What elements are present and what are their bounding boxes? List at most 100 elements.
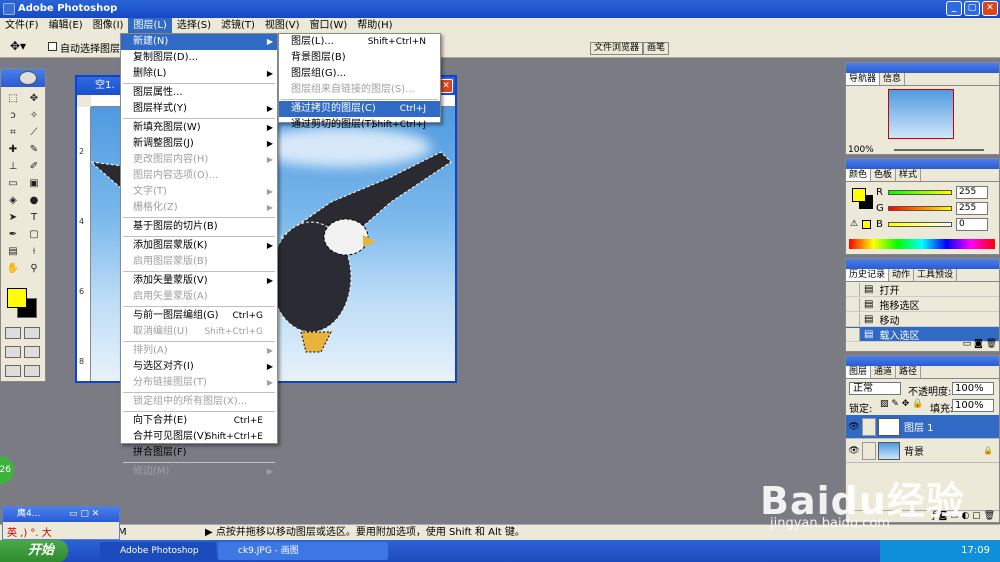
jump-icon[interactable]	[24, 365, 40, 377]
actions-tab[interactable]: 动作	[889, 269, 915, 281]
menu-item[interactable]: 新调整图层(J) ▶	[121, 136, 277, 152]
clock[interactable]: 17:09	[961, 545, 990, 556]
b-slider[interactable]	[888, 222, 952, 227]
navigator-zoom[interactable]: 100%	[848, 145, 874, 155]
screen-mode-1-icon[interactable]	[5, 346, 21, 358]
history-source-box[interactable]	[846, 327, 860, 341]
menu-item[interactable]: 通过剪切的图层(T) Shift+Ctrl+J	[279, 117, 440, 133]
layer-thumbnail[interactable]	[878, 441, 900, 460]
layer-row[interactable]: 👁 图层 1	[846, 415, 999, 439]
new-layer-icon[interactable]: ▢	[972, 511, 981, 521]
marquee-tool-icon[interactable]: ⬚	[3, 90, 23, 106]
tool-presets-tab[interactable]: 工具预设	[914, 269, 958, 281]
swatches-tab[interactable]: 色板	[871, 169, 897, 181]
info-tab[interactable]: 信息	[880, 73, 906, 85]
slice-tool-icon[interactable]: ⟋	[24, 124, 44, 140]
zoom-slider[interactable]	[894, 149, 984, 151]
lasso-tool-icon[interactable]: ↄ	[3, 107, 23, 123]
r-value[interactable]: 255	[956, 186, 988, 199]
layer-name[interactable]: 图层 1	[904, 419, 934, 434]
blur-tool-icon[interactable]: ◈	[3, 192, 23, 208]
menu-item[interactable]: 合并可见图层(V) Shift+Ctrl+E	[121, 429, 277, 445]
file-browser-tab[interactable]: 文件浏览器	[590, 42, 644, 55]
ime-toolbar[interactable]: 英 ,) °. 大	[3, 522, 119, 541]
healing-brush-icon[interactable]: ✚	[3, 141, 23, 157]
brush-tool-icon[interactable]: ✎	[24, 141, 44, 157]
menu-item[interactable]: 复制图层(D)...	[121, 50, 277, 66]
navigator-tab[interactable]: 导航器	[846, 73, 881, 85]
shape-tool-icon[interactable]: ▢	[24, 226, 44, 242]
menu-item[interactable]: 图层组(G)...	[279, 66, 440, 82]
color-fg-swatch[interactable]	[852, 188, 866, 202]
auto-select-checkbox[interactable]	[48, 42, 57, 51]
menu-item[interactable]: 与选区对齐(I) ▶	[121, 359, 277, 375]
eyedropper-icon[interactable]: ⟊	[24, 243, 44, 259]
history-item[interactable]: ▤ 移动	[846, 312, 999, 327]
menu-item[interactable]: 与前一图层编组(G) Ctrl+G	[121, 308, 277, 324]
maximize-icon[interactable]: ▢	[964, 1, 980, 16]
styles-tab[interactable]: 样式	[896, 169, 922, 181]
close-icon[interactable]: ✕	[982, 1, 998, 16]
hand-tool-icon[interactable]: ✋	[3, 260, 23, 276]
layer-thumbnail[interactable]	[878, 417, 900, 436]
eye-icon[interactable]: 👁	[846, 446, 862, 456]
history-brush-icon[interactable]: ✐	[24, 158, 44, 174]
screen-mode-2-icon[interactable]	[24, 346, 40, 358]
document-close-icon[interactable]: ✕	[439, 79, 453, 93]
menu-0[interactable]: 文件(F)	[0, 18, 44, 34]
menu-item[interactable]: 新填充图层(W) ▶	[121, 120, 277, 136]
type-tool-icon[interactable]: T	[24, 209, 44, 225]
path-select-icon[interactable]: ➤	[3, 209, 23, 225]
new-doc-icon[interactable]: ▭	[963, 339, 972, 349]
brushes-tab[interactable]: 画笔	[643, 42, 670, 55]
imageready-icon[interactable]	[5, 365, 21, 377]
history-item[interactable]: ▤ 打开	[846, 282, 999, 297]
dodge-tool-icon[interactable]: ●	[24, 192, 44, 208]
menu-item[interactable]: 背景图层(B)	[279, 50, 440, 66]
navigator-thumbnail[interactable]	[888, 89, 954, 139]
minimize-icon[interactable]: _	[946, 1, 962, 16]
crop-tool-icon[interactable]: ⌗	[3, 124, 23, 140]
menu-4[interactable]: 选择(S)	[172, 18, 216, 34]
notes-tool-icon[interactable]: ▤	[3, 243, 23, 259]
history-source-box[interactable]	[846, 297, 860, 311]
stamp-tool-icon[interactable]: ⊥	[3, 158, 23, 174]
lock-icons[interactable]: ▨ ✎ ✥ 🔒	[880, 399, 923, 409]
menu-2[interactable]: 图像(I)	[88, 18, 129, 34]
menu-item[interactable]: 拼合图层(F)	[121, 445, 277, 461]
menu-item[interactable]: 图层(L)... Shift+Ctrl+N	[279, 34, 440, 50]
link-box[interactable]	[862, 441, 876, 460]
link-box[interactable]	[862, 417, 876, 436]
r-slider[interactable]	[888, 190, 952, 195]
snapshot-icon[interactable]: ◙	[974, 339, 983, 349]
standard-mode-icon[interactable]	[5, 327, 21, 339]
history-source-box[interactable]	[846, 312, 860, 326]
magic-wand-icon[interactable]: ✧	[24, 107, 44, 123]
g-slider[interactable]	[888, 206, 952, 211]
menu-item[interactable]: 基于图层的切片(B)	[121, 219, 277, 235]
start-button[interactable]: 开始	[0, 540, 68, 562]
history-tab[interactable]: 历史记录	[846, 269, 890, 281]
menu-3[interactable]: 图层(L)	[128, 18, 172, 34]
task-photoshop[interactable]: Adobe Photoshop	[100, 542, 216, 560]
gradient-tool-icon[interactable]: ▣	[24, 175, 44, 191]
menu-7[interactable]: 窗口(W)	[305, 18, 353, 34]
move-tool-icon[interactable]: ✥▾	[10, 39, 26, 53]
history-item[interactable]: ▤ 拖移选区	[846, 297, 999, 312]
menu-item[interactable]: 新建(N) ▶	[121, 34, 277, 50]
paths-tab[interactable]: 路径	[896, 366, 922, 378]
layer-name[interactable]: 背景	[904, 443, 924, 458]
gamut-swatch[interactable]	[862, 220, 871, 229]
pen-tool-icon[interactable]: ✒	[3, 226, 23, 242]
trash-icon[interactable]: 🗑	[986, 339, 997, 349]
menu-item[interactable]: 通过拷贝的图层(C) Ctrl+J	[279, 101, 440, 117]
menu-item[interactable]: 图层样式(Y) ▶	[121, 101, 277, 117]
blend-mode-select[interactable]: 正常	[849, 382, 901, 395]
menu-5[interactable]: 滤镜(T)	[216, 18, 260, 34]
opacity-input[interactable]: 100%	[952, 382, 994, 395]
eye-icon[interactable]: 👁	[846, 422, 862, 432]
menu-8[interactable]: 帮助(H)	[352, 18, 397, 34]
move-tool-icon[interactable]: ✥	[24, 90, 44, 106]
layer-row[interactable]: 👁 背景 🔒	[846, 439, 999, 463]
ime-window-controls[interactable]: ▭ ▢ ✕	[69, 507, 99, 522]
